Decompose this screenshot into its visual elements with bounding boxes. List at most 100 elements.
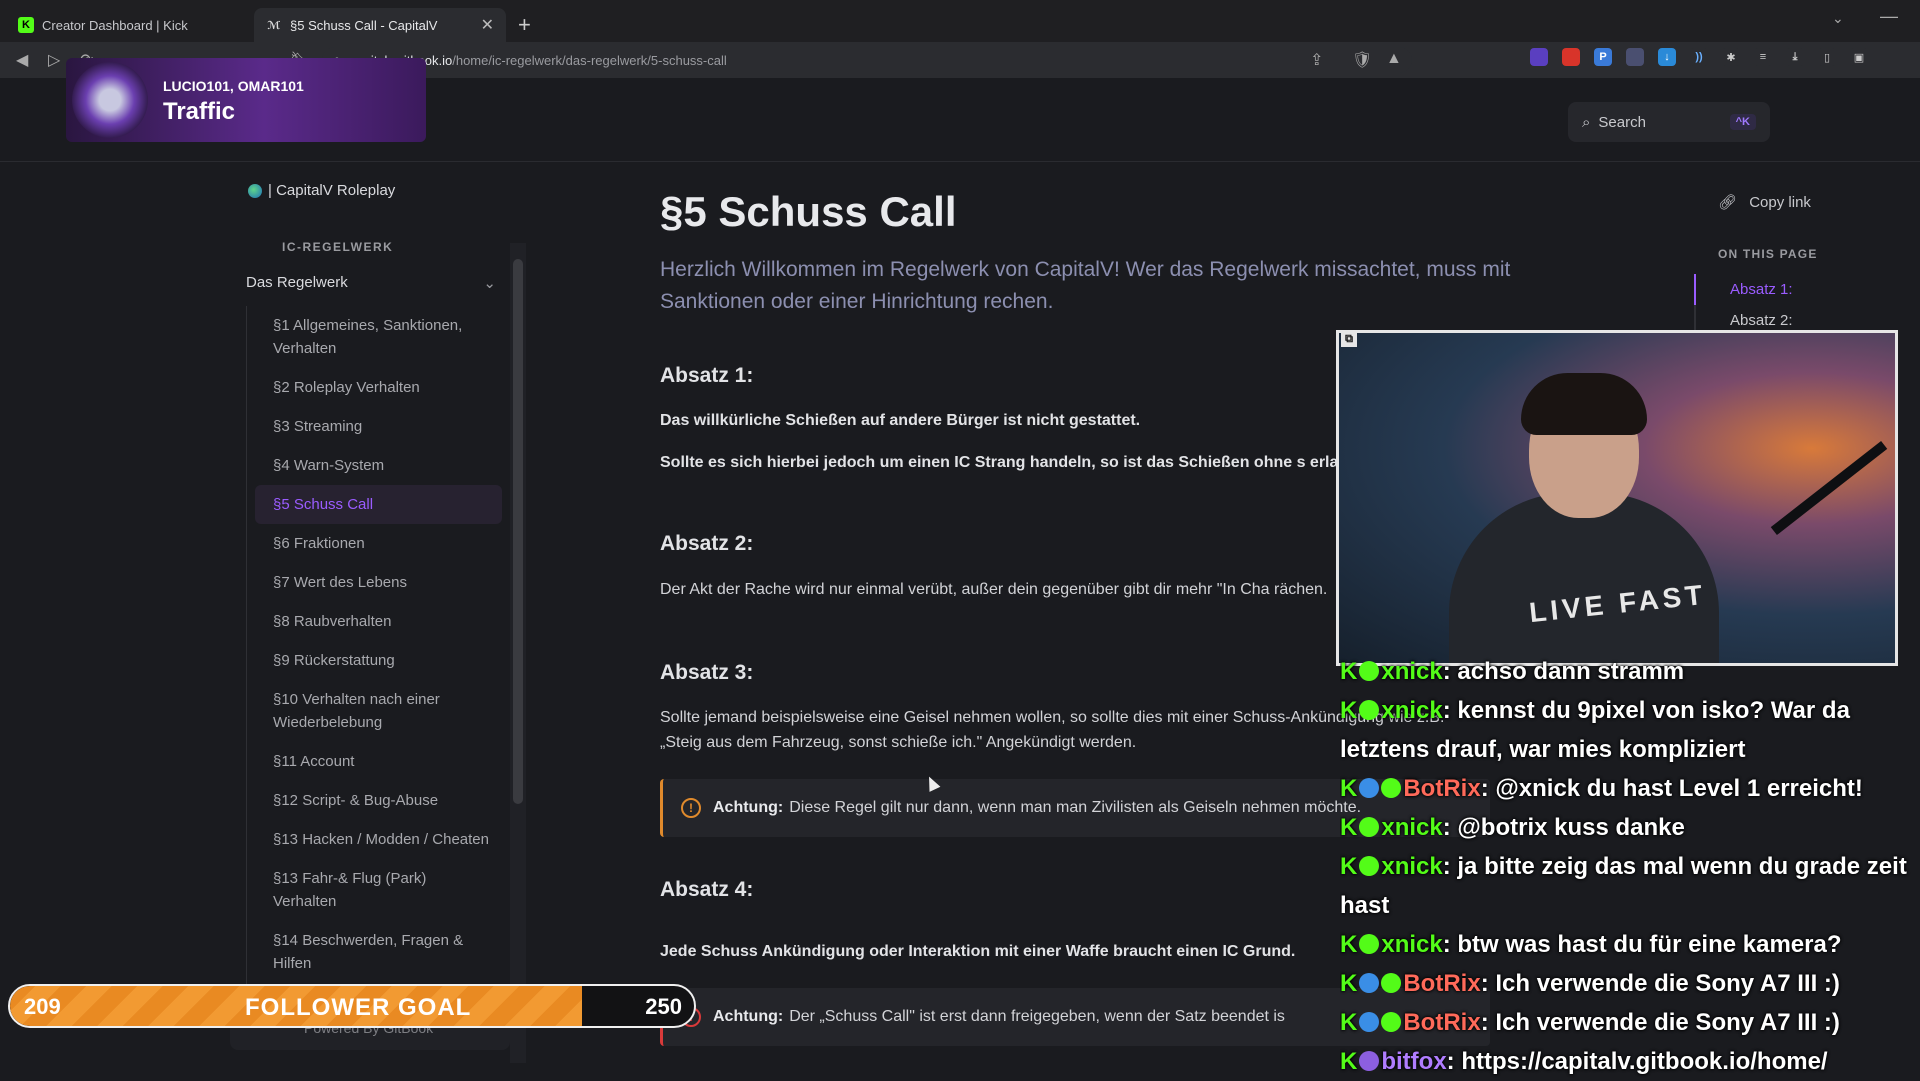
bot-badge-icon (1359, 1012, 1380, 1032)
chat-username[interactable]: BotRix (1403, 1009, 1480, 1036)
chat-separator: : (1480, 775, 1496, 802)
sidebar-section-label: IC-REGELWERK (282, 240, 394, 254)
chat-text: Ich verwende die Sony A7 III :) (1495, 1009, 1840, 1036)
toc-item[interactable]: Absatz 1: (1694, 274, 1793, 305)
forward-icon[interactable]: ▷ (48, 50, 60, 70)
sidebar-item[interactable]: §6 Fraktionen (255, 524, 502, 563)
tab-creator-dashboard[interactable]: K Creator Dashboard | Kick (6, 8, 252, 42)
sidebar-scrollbar[interactable] (510, 243, 526, 1063)
verified-badge-icon (1359, 856, 1380, 876)
verified-badge-icon (1381, 973, 1402, 993)
heading-absatz-1[interactable]: Absatz 1: (660, 364, 753, 388)
page-lead: Herzlich Willkommen im Regelwerk von Cap… (660, 258, 1511, 313)
heading-absatz-2[interactable]: Absatz 2: (660, 532, 753, 556)
chat-username[interactable]: xnick (1381, 853, 1442, 880)
sidebar-item[interactable]: §10 Verhalten nach einer Wiederbelebung (255, 680, 502, 742)
chat-separator: : (1442, 853, 1458, 880)
chat-username[interactable]: xnick (1381, 697, 1442, 724)
chat-separator: : (1446, 1048, 1462, 1075)
kick-icon: K (1340, 853, 1358, 880)
brave-shield-icon[interactable]: 🛡︎ (1352, 50, 1372, 70)
sidebar-item[interactable]: §12 Script- & Bug-Abuse (255, 781, 502, 820)
sidebar-item[interactable]: §4 Warn-System (255, 446, 502, 485)
scrollbar-thumb[interactable] (513, 259, 523, 804)
window-minimize-button[interactable]: — (1880, 6, 1898, 27)
tab-schuss-call[interactable]: ℳ §5 Schuss Call - CapitalV ✕ (254, 8, 506, 42)
close-icon[interactable]: ✕ (481, 15, 494, 35)
extension-icon[interactable] (1626, 48, 1644, 66)
chat-message: K BotRix: Ich verwende die Sony A7 III :) (1340, 964, 1920, 1003)
chat-username[interactable]: xnick (1381, 658, 1442, 685)
kick-icon: K (1340, 970, 1358, 997)
heading-absatz-3[interactable]: Absatz 3: (660, 661, 753, 685)
chat-text: @xnick du hast Level 1 erreicht! (1495, 775, 1863, 802)
sidebar-group-das-regelwerk[interactable]: Das Regelwerk ⌄ (246, 274, 496, 292)
chat-message: K BotRix: @xnick du hast Level 1 erreicht… (1340, 769, 1920, 808)
extension-icon[interactable]: )) (1690, 48, 1708, 66)
extension-icon[interactable] (1530, 48, 1548, 66)
url-field[interactable]: 🔒︎ capitalv.gitbook.io /home/ic-regelwer… (322, 47, 1412, 73)
sidebar-item[interactable]: §5 Schuss Call (255, 485, 502, 524)
hint-text: Diese Regel gilt nur dann, wenn man man … (789, 799, 1362, 816)
sidebar-icon[interactable]: ▯ (1818, 48, 1836, 66)
space-title[interactable]: | CapitalV Roleplay (248, 182, 395, 199)
brave-rewards-icon[interactable]: ▲ (1386, 50, 1402, 68)
tab-list-chevron-icon[interactable]: ⌄ (1832, 10, 1844, 27)
chat-text: btw was hast du für eine kamera? (1457, 931, 1842, 958)
stream-alert-banner: LUCIO101, OMAR101 Traffic (66, 58, 426, 142)
sidebar-item[interactable]: §7 Wert des Lebens (255, 563, 502, 602)
extension-icon[interactable] (1562, 48, 1580, 66)
copy-link-button[interactable]: 🔗︎ Copy link (1718, 193, 1811, 211)
chat-message: Kxnick: ja bitte zeig das mal wenn du gr… (1340, 847, 1920, 925)
link-icon: 🔗︎ (1718, 194, 1738, 211)
sidebar-item[interactable]: §9 Rückerstattung (255, 641, 502, 680)
alert-names: LUCIO101, OMAR101 (163, 78, 304, 94)
chat-text: @botrix kuss danke (1457, 814, 1685, 841)
new-tab-button[interactable]: + (518, 12, 531, 38)
chevron-down-icon[interactable]: ⌄ (483, 274, 496, 292)
sidebar-item[interactable]: §13 Fahr-& Flug (Park) Verhalten (255, 859, 502, 921)
chat-username[interactable]: BotRix (1403, 775, 1480, 802)
chat-text: achso dann stramm (1457, 658, 1685, 685)
share-icon[interactable]: ⇪ (1310, 50, 1323, 70)
extensions-toolbar: P ↓ )) ✱ ≡ ⤓ ▯ ▣ (1530, 48, 1868, 66)
copy-link-label: Copy link (1749, 194, 1811, 211)
wallet-icon[interactable]: ▣ (1850, 48, 1868, 66)
sidebar-item[interactable]: §3 Streaming (255, 407, 502, 446)
chat-username[interactable]: xnick (1381, 814, 1442, 841)
chat-username[interactable]: BotRix (1403, 970, 1480, 997)
search-button[interactable]: ⌕ Search ^K (1568, 102, 1770, 142)
globe-icon (248, 183, 262, 198)
sidebar-item[interactable]: §1 Allgemeines, Sanktionen, Verhalten (255, 306, 502, 368)
sidebar-item[interactable]: §14 Beschwerden, Fragen & Hilfen (255, 921, 502, 983)
chat-username[interactable]: xnick (1381, 931, 1442, 958)
playlist-icon[interactable]: ≡ (1754, 48, 1772, 66)
sidebar-item[interactable]: §8 Raubverhalten (255, 602, 502, 641)
on-this-page-label: ON THIS PAGE (1718, 247, 1818, 261)
search-icon: ⌕ (1582, 113, 1591, 131)
chat-message: Kxnick: btw was hast du für eine kamera? (1340, 925, 1920, 964)
puzzle-icon[interactable]: ✱ (1722, 48, 1740, 66)
download-icon[interactable]: ⤓ (1786, 48, 1804, 66)
back-icon[interactable]: ◀ (16, 50, 28, 70)
verified-badge-icon (1359, 934, 1380, 954)
table-of-contents: Absatz 1: Absatz 2: (1694, 274, 1793, 336)
heading-absatz-4[interactable]: Absatz 4: (660, 878, 753, 902)
webcam-corner-icon: ⧉ (1341, 331, 1357, 347)
verified-badge-icon (1359, 700, 1380, 720)
sidebar-item[interactable]: §13 Hacken / Modden / Cheaten (255, 820, 502, 859)
webcam-overlay: LIVE FAST (1336, 330, 1898, 666)
hint-label: Achtung: (713, 1008, 784, 1025)
download-helper-icon[interactable]: ↓ (1658, 48, 1676, 66)
extension-icon[interactable]: P (1594, 48, 1612, 66)
chat-message: Kxnick: kennst du 9pixel von isko? War d… (1340, 691, 1920, 769)
chat-message: K BotRix: Ich verwende die Sony A7 III :) (1340, 1003, 1920, 1042)
chat-message: Kxnick: @botrix kuss danke (1340, 808, 1920, 847)
sidebar-group-label: Das Regelwerk (246, 274, 348, 291)
sidebar-item[interactable]: §2 Roleplay Verhalten (255, 368, 502, 407)
goal-label: FOLLOWER GOAL (245, 994, 472, 1021)
chat-separator: : (1442, 658, 1458, 685)
sidebar-item[interactable]: §11 Account (255, 742, 502, 781)
kick-icon: K (1340, 931, 1358, 958)
chat-username[interactable]: bitfox (1381, 1048, 1446, 1075)
